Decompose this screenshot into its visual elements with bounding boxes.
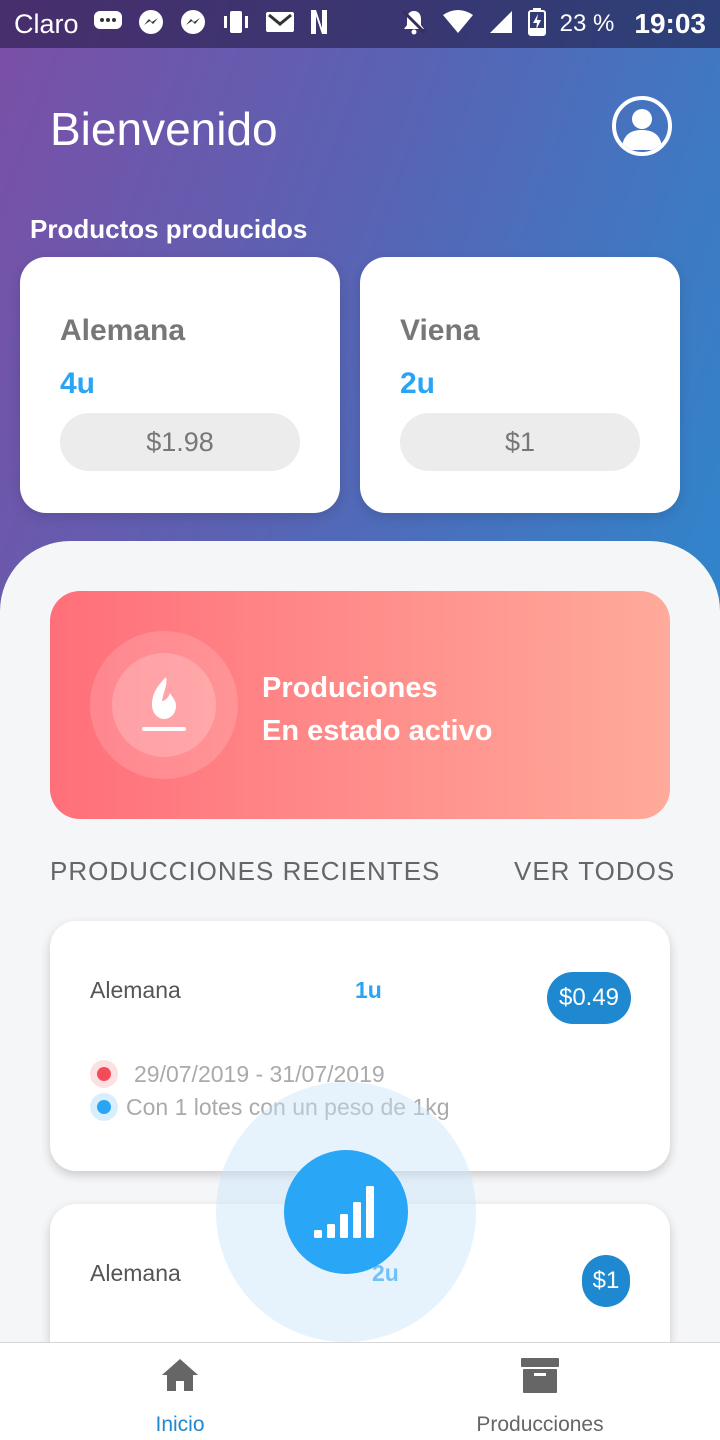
status-bar: Claro 23 % 19:03	[0, 0, 720, 48]
messenger-icon	[137, 8, 165, 41]
product-units: 4u	[60, 367, 96, 400]
notifications-off-icon	[400, 8, 428, 41]
messenger-icon-2	[179, 8, 207, 41]
production-price-badge: $1	[582, 1255, 630, 1307]
product-name: Viena	[400, 314, 480, 347]
bar-chart-icon	[314, 1186, 374, 1238]
clock: 19:03	[634, 8, 706, 39]
profile-avatar-button[interactable]	[612, 96, 672, 156]
see-all-link[interactable]: VER TODOS	[514, 856, 675, 887]
red-status-dot-icon	[90, 1060, 118, 1088]
nav-item-inicio[interactable]: Inicio	[0, 1343, 360, 1440]
vibrate-icon	[221, 9, 251, 40]
product-card-alemana[interactable]: Alemana 4u $1.98	[20, 257, 340, 513]
active-productions-banner[interactable]: Produciones En estado activo	[50, 591, 670, 819]
archive-box-icon	[520, 1357, 560, 1400]
nav-item-producciones[interactable]: Producciones	[360, 1343, 720, 1440]
flame-icon	[142, 677, 186, 731]
chat-bubble-icon	[93, 10, 123, 39]
cell-signal-icon	[488, 9, 514, 40]
banner-icon-circle	[112, 653, 216, 757]
recent-productions-heading: PRODUCCIONES RECIENTES	[50, 856, 441, 886]
production-name: Alemana	[90, 1260, 181, 1286]
banner-line-1: Produciones	[262, 672, 438, 704]
banner-line-2: En estado activo	[262, 715, 493, 747]
battery-percent: 23 %	[559, 10, 615, 37]
product-name: Alemana	[60, 314, 186, 347]
product-units: 2u	[400, 367, 436, 400]
nav-label: Producciones	[476, 1413, 604, 1436]
netflix-icon	[309, 8, 329, 41]
user-icon	[622, 109, 662, 150]
home-icon	[160, 1357, 200, 1398]
nav-label: Inicio	[155, 1413, 205, 1436]
bottom-navigation: Inicio Producciones	[0, 1342, 720, 1440]
product-card-viena[interactable]: Viena 2u $1	[360, 257, 680, 513]
products-section-title: Productos producidos	[30, 214, 308, 244]
stats-fab-button[interactable]	[284, 1150, 408, 1274]
product-price: $1.98	[60, 413, 300, 471]
production-name: Alemana	[90, 977, 181, 1003]
blue-status-dot-icon	[90, 1093, 118, 1121]
production-price-badge: $0.49	[547, 972, 631, 1024]
gmail-icon	[265, 10, 295, 39]
carrier-label: Claro	[14, 8, 79, 39]
battery-charging-icon	[527, 7, 546, 41]
wifi-icon	[442, 9, 474, 40]
product-price: $1	[400, 413, 640, 471]
production-units: 1u	[355, 977, 382, 1003]
banner-icon-halo	[90, 631, 238, 779]
page-title: Bienvenido	[50, 103, 278, 155]
